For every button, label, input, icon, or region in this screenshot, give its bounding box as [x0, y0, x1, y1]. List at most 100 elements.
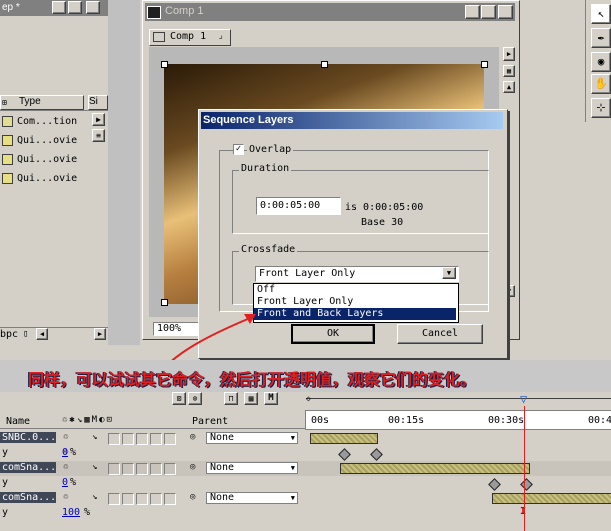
scroll-left-icon[interactable]: ◀	[36, 328, 48, 340]
item-type: Qui...ovie	[17, 153, 78, 165]
composition-icon	[2, 115, 13, 127]
parent-pickwhip-icon[interactable]: ◎	[190, 432, 195, 442]
quality-icon[interactable]: ↘	[92, 492, 97, 502]
ok-button[interactable]: OK	[291, 324, 375, 344]
switch-box[interactable]	[150, 433, 162, 445]
keyframe[interactable]	[338, 448, 351, 461]
duration-group-label: Duration	[239, 163, 292, 174]
time-navigator[interactable]: ◇ ▽	[306, 392, 611, 406]
option-front-and-back-layers[interactable]: Front and Back Layers	[254, 308, 456, 320]
selection-tool-icon[interactable]: ↖	[591, 4, 611, 24]
layer-handle[interactable]	[481, 61, 488, 68]
navigator-start-icon[interactable]: ◇	[306, 394, 311, 403]
parent-dropdown[interactable]: None ▼	[206, 492, 298, 504]
property-value[interactable]: 0	[62, 477, 68, 488]
minimize-icon[interactable]: _	[465, 5, 480, 19]
layer-handle[interactable]	[321, 61, 328, 68]
hand-tool-icon[interactable]: ✋	[591, 74, 611, 94]
parent-dropdown[interactable]: None ▼	[206, 462, 298, 474]
quality-icon[interactable]: ↘	[92, 432, 97, 442]
crossfade-dropdown[interactable]: Front Layer Only ▼	[255, 266, 459, 282]
layer-row[interactable]: comSna... ♲ ↘ ◎ None ▼	[0, 461, 611, 476]
parent-dropdown[interactable]: None ▼	[206, 432, 298, 444]
switch-box[interactable]	[108, 463, 120, 475]
trash-icon[interactable]: ▯	[23, 329, 28, 339]
parent-pickwhip-icon[interactable]: ◎	[190, 492, 195, 502]
property-value[interactable]: 0	[62, 447, 68, 458]
size-column-header[interactable]: Si	[88, 95, 108, 110]
keyframe[interactable]	[370, 448, 383, 461]
maximize-icon[interactable]: □	[68, 1, 82, 14]
layer-row[interactable]: SNBC.0... ♲ ↘ ◎ None ▼	[0, 431, 611, 446]
switch-box[interactable]	[136, 433, 148, 445]
minimize-icon[interactable]: _	[52, 1, 66, 14]
switch-box[interactable]	[122, 433, 134, 445]
rotate-tool-icon[interactable]: ◉	[591, 52, 611, 72]
switch-box[interactable]	[150, 463, 162, 475]
comp-menu-arrow-icon[interactable]: ▶	[503, 47, 515, 61]
switch-box[interactable]	[122, 463, 134, 475]
shy-icon[interactable]: ⊠	[172, 392, 186, 405]
film-icon[interactable]: ▦	[244, 392, 258, 405]
frame-blend-icon[interactable]: ⊚	[188, 392, 202, 405]
switch-box[interactable]	[164, 463, 176, 475]
close-icon[interactable]: ×	[498, 5, 513, 19]
cancel-button[interactable]: Cancel	[397, 324, 483, 344]
parent-pickwhip-icon[interactable]: ◎	[190, 462, 195, 472]
pen-tool-icon[interactable]: ✒	[591, 28, 611, 48]
parent-column-header[interactable]: Parent	[192, 416, 228, 427]
item-type: Qui...ovie	[17, 172, 78, 184]
overlap-label: Overlap	[247, 144, 294, 155]
project-panel: ep * _ □ × ⊞ Type Si Com...tion Qui...ov…	[0, 0, 108, 345]
layer-switch-icon[interactable]: ♲	[63, 432, 68, 442]
motion-blur-icon[interactable]: M	[264, 392, 278, 405]
layer-switch-icon[interactable]: ♲	[63, 492, 68, 502]
list-item[interactable]: Qui...ovie	[0, 169, 82, 187]
chevron-down-icon[interactable]: ▼	[442, 267, 456, 279]
switch-box[interactable]	[136, 493, 148, 505]
switch-box[interactable]	[136, 463, 148, 475]
maximize-icon[interactable]: □	[481, 5, 496, 19]
layer-duration-bar[interactable]	[340, 463, 530, 474]
switch-box[interactable]	[108, 493, 120, 505]
close-icon[interactable]: ×	[86, 1, 100, 14]
quality-icon[interactable]: ↘	[92, 462, 97, 472]
switch-box[interactable]	[150, 493, 162, 505]
option-off[interactable]: Off	[254, 284, 456, 296]
comp-options-icon[interactable]: ▦	[503, 65, 515, 77]
keyframe[interactable]	[520, 478, 533, 491]
current-time-indicator-icon[interactable]: ▽	[520, 392, 527, 406]
switch-box[interactable]	[108, 433, 120, 445]
layer-row[interactable]: comSna... ♲ ↘ ◎ None ▼	[0, 491, 611, 506]
time-ruler[interactable]: 00s 00:15s 00:30s 00:4	[305, 410, 611, 430]
property-value[interactable]: 100	[62, 507, 80, 518]
tick-label: 00:30s	[488, 415, 525, 426]
graph-icon[interactable]: ⊓	[224, 392, 238, 405]
crossfade-options-list: Off Front Layer Only Front and Back Laye…	[253, 283, 459, 323]
list-item[interactable]: Com...tion	[0, 112, 82, 130]
overlap-checkbox[interactable]: ✓	[233, 144, 244, 155]
layer-duration-bar[interactable]	[310, 433, 378, 444]
play-arrow-icon[interactable]: ▶	[92, 113, 105, 126]
current-time-line[interactable]	[524, 406, 525, 531]
property-row: y 100 % I	[0, 506, 611, 521]
type-column-header[interactable]: ⊞ Type	[0, 95, 84, 110]
switch-box[interactable]	[164, 493, 176, 505]
tab-comp1[interactable]: Comp 1 ⌟	[149, 29, 231, 46]
keyframe[interactable]	[488, 478, 501, 491]
orbit-tool-icon[interactable]: ⊹	[591, 98, 611, 118]
layer-handle[interactable]	[161, 61, 168, 68]
comp-scroll-up-icon[interactable]: ▲	[503, 81, 515, 93]
name-column-header[interactable]: Name	[6, 416, 30, 427]
layer-switch-icon[interactable]: ♲	[63, 462, 68, 472]
scroll-right-icon[interactable]: ▶	[94, 328, 106, 340]
list-item[interactable]: Qui...ovie	[0, 131, 82, 149]
duration-input[interactable]: 0:00:05:00	[256, 197, 341, 215]
bpc-label[interactable]: bpc	[0, 329, 18, 340]
layer-duration-bar[interactable]	[492, 493, 611, 504]
option-front-layer-only[interactable]: Front Layer Only	[254, 296, 456, 308]
switch-box[interactable]	[164, 433, 176, 445]
list-item[interactable]: Qui...ovie	[0, 150, 82, 168]
switch-box[interactable]	[122, 493, 134, 505]
list-icon[interactable]: ≡	[92, 129, 105, 142]
